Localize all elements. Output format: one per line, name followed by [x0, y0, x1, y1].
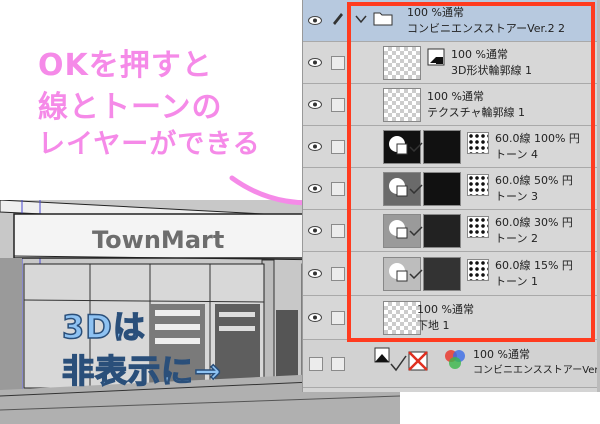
- eye-icon[interactable]: [308, 142, 322, 151]
- layer-row-base[interactable]: 100 %通常 下地 1: [303, 296, 600, 340]
- tone-pattern-icon: [467, 216, 489, 238]
- tone-icon: [389, 178, 408, 197]
- tone-3-line: 60.0線 50% 円: [495, 174, 573, 187]
- tone-2-name: トーン 2: [495, 232, 538, 245]
- eye-icon[interactable]: [308, 226, 322, 235]
- pen-icon: [333, 13, 343, 25]
- texture-line-blend: 100 %通常: [427, 90, 484, 103]
- layer-mask-thumbnail: [423, 214, 461, 248]
- layer-row-tone-1[interactable]: 60.0線 15% 円 トーン 1: [303, 252, 600, 296]
- layer-lock-checkbox[interactable]: [331, 311, 345, 325]
- link-check-icon: [409, 142, 423, 152]
- layer-lock-checkbox[interactable]: [331, 56, 345, 70]
- store-sign-text: TownMart: [92, 226, 225, 254]
- link-check-icon: [409, 269, 423, 279]
- tone-pattern-icon: [467, 174, 489, 196]
- 3d-disabled-icon: [408, 351, 428, 371]
- layer-row-3d-model[interactable]: 100 %通常 コンビニエンスストアーVer.: [303, 340, 600, 388]
- chevron-down-icon[interactable]: [355, 14, 367, 24]
- group-blend: 100 %通常: [407, 6, 464, 19]
- layer-row-tone-3[interactable]: 60.0線 50% 円 トーン 3: [303, 168, 600, 210]
- layer-row-shape-line[interactable]: 100 %通常 3D形状輪郭線 1: [303, 42, 600, 84]
- layer-panel: 100 %通常 コンビニエンスストアーVer.2 2 100 %通常 3D形状輪…: [302, 0, 600, 392]
- annotation-top-line-2: 線とトーンの: [38, 90, 223, 125]
- link-check-icon: [409, 226, 423, 236]
- texture-line-name: テクスチャ輪郭線 1: [427, 106, 526, 119]
- layer-thumbnail: [383, 46, 421, 80]
- line-layer-icon: [427, 48, 445, 66]
- layer-row-tone-2[interactable]: 60.0線 30% 円 トーン 2: [303, 210, 600, 252]
- tone-2-line: 60.0線 30% 円: [495, 216, 573, 229]
- layer-lock-checkbox[interactable]: [331, 357, 345, 371]
- layer-lock-checkbox[interactable]: [331, 224, 345, 238]
- layer-lock-checkbox[interactable]: [331, 98, 345, 112]
- layer-row-tone-4[interactable]: 60.0線 100% 円 トーン 4: [303, 126, 600, 168]
- layer-lock-checkbox[interactable]: [331, 140, 345, 154]
- annotation-top-line-1: OKを押すと: [38, 48, 213, 83]
- tone-1-name: トーン 1: [495, 275, 538, 288]
- color-channel-icon: [445, 350, 465, 369]
- annotation-top-line-3: レイヤーができる: [38, 129, 261, 160]
- eye-icon[interactable]: [308, 184, 322, 193]
- tone-pattern-icon: [467, 259, 489, 281]
- eye-icon[interactable]: [308, 100, 322, 109]
- eye-icon[interactable]: [308, 58, 322, 67]
- base-name: 下地 1: [417, 319, 450, 332]
- layer-lock-checkbox[interactable]: [331, 182, 345, 196]
- visibility-toggle-off[interactable]: [309, 357, 323, 371]
- tone-4-line: 60.0線 100% 円: [495, 132, 580, 145]
- link-check-icon: [409, 184, 423, 194]
- eye-icon[interactable]: [308, 16, 322, 25]
- group-name: コンビニエンスストアーVer.2 2: [407, 22, 566, 35]
- eye-icon[interactable]: [308, 313, 322, 322]
- tone-icon: [389, 220, 408, 239]
- 3d-layer-icon: [374, 347, 407, 372]
- layer-mask-thumbnail: [423, 257, 461, 291]
- layer-lock-checkbox[interactable]: [331, 267, 345, 281]
- model-name: コンビニエンスストアーVer.: [473, 365, 600, 376]
- tone-icon: [389, 136, 408, 155]
- layer-row-texture-line[interactable]: 100 %通常 テクスチャ輪郭線 1: [303, 84, 600, 126]
- layer-mask-thumbnail: [423, 172, 461, 206]
- base-blend: 100 %通常: [417, 303, 474, 316]
- folder-icon: [373, 12, 393, 26]
- tone-icon: [389, 263, 408, 282]
- layer-thumbnail: [383, 88, 421, 122]
- layer-row-group[interactable]: 100 %通常 コンビニエンスストアーVer.2 2: [303, 0, 600, 42]
- tone-3-name: トーン 3: [495, 190, 538, 203]
- annotation-bottom-line-1: 3Dは: [61, 307, 146, 347]
- tone-pattern-icon: [467, 132, 489, 154]
- layer-thumbnail: [383, 301, 421, 335]
- tone-4-name: トーン 4: [495, 148, 538, 161]
- tone-1-line: 60.0線 15% 円: [495, 259, 573, 272]
- shape-line-name: 3D形状輪郭線 1: [451, 64, 532, 77]
- layer-mask-thumbnail: [423, 130, 461, 164]
- model-blend: 100 %通常: [473, 348, 530, 361]
- annotation-bottom-line-2: 非表示に→: [61, 351, 222, 391]
- eye-icon[interactable]: [308, 269, 322, 278]
- shape-line-blend: 100 %通常: [451, 48, 508, 61]
